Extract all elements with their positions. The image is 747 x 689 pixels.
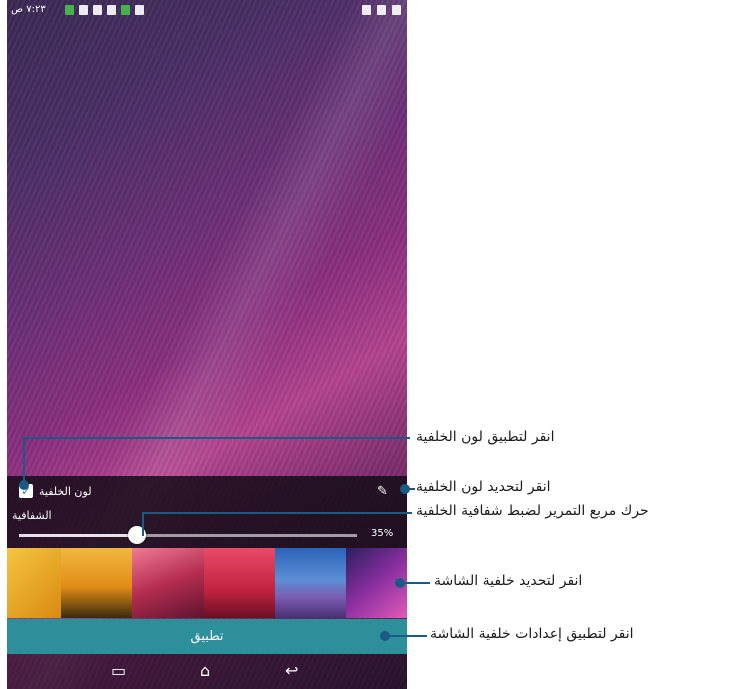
calendar-icon bbox=[392, 5, 401, 15]
slider-fill bbox=[19, 534, 138, 537]
status-time: ٧:٢٣ ص bbox=[11, 4, 46, 15]
status-right-icons bbox=[362, 5, 401, 15]
callout-select-wallpaper: انقر لتحديد خلفية الشاشة bbox=[434, 573, 583, 589]
callout-select-bg-color: انقر لتحديد لون الخلفية bbox=[416, 479, 551, 495]
wallpaper-thumbnails bbox=[7, 548, 407, 618]
battery-icon bbox=[65, 5, 74, 15]
transparency-value: 35% bbox=[371, 528, 394, 539]
notification-icon bbox=[121, 5, 130, 15]
recent-apps-icon[interactable]: ▭ bbox=[111, 663, 126, 679]
gallery-icon bbox=[362, 5, 371, 15]
callout-adjust-transparency: حرك مربع التمرير لضبط شفافية الخلفية bbox=[416, 503, 649, 519]
apply-button[interactable]: تطبيق bbox=[7, 619, 407, 654]
callout-line-5 bbox=[385, 635, 427, 637]
wallpaper-thumbnail-red-horizon[interactable] bbox=[204, 548, 275, 618]
callout-line-1 bbox=[23, 437, 410, 439]
signal-bars-icon bbox=[107, 5, 116, 15]
callout-line-vertical bbox=[23, 438, 25, 485]
sim-icon bbox=[93, 5, 102, 15]
home-icon[interactable]: ⌂ bbox=[200, 663, 210, 679]
callout-apply-wallpaper: انقر لتطبيق إعدادات خلفية الشاشة bbox=[430, 626, 634, 642]
transparency-label: الشفافية bbox=[12, 509, 52, 522]
callout-line-4 bbox=[400, 582, 430, 584]
callout-line-2 bbox=[405, 488, 415, 490]
callout-line-3 bbox=[142, 512, 412, 514]
status-icons bbox=[65, 5, 144, 15]
status-bar: ٧:٢٣ ص bbox=[7, 0, 407, 22]
file-icon bbox=[377, 5, 386, 15]
mute-icon bbox=[135, 5, 144, 15]
signal-icon bbox=[79, 5, 88, 15]
navigation-bar: ▭ ⌂ ↩ bbox=[7, 654, 407, 689]
background-color-label: لون الخلفية bbox=[39, 485, 92, 498]
wallpaper-thumbnail-yellow-petals[interactable] bbox=[7, 548, 61, 618]
callout-apply-bg-color: انقر لتطبيق لون الخلفية bbox=[416, 429, 555, 445]
back-icon[interactable]: ↩ bbox=[285, 663, 298, 679]
callout-line-vertical-2 bbox=[142, 513, 144, 536]
device-screen: ٧:٢٣ ص ✓ لون الخلفية ✎ الشفافية 35% تطبي… bbox=[7, 0, 407, 689]
wallpaper-thumbnail-lavender-field[interactable] bbox=[275, 548, 346, 618]
transparency-slider[interactable] bbox=[19, 526, 357, 544]
pencil-icon[interactable]: ✎ bbox=[377, 484, 388, 499]
callout-dot-1 bbox=[19, 480, 29, 490]
wallpaper-thumbnail-pink-fabric[interactable] bbox=[132, 548, 204, 618]
wallpaper-thumbnail-sunset-sea[interactable] bbox=[61, 548, 132, 618]
